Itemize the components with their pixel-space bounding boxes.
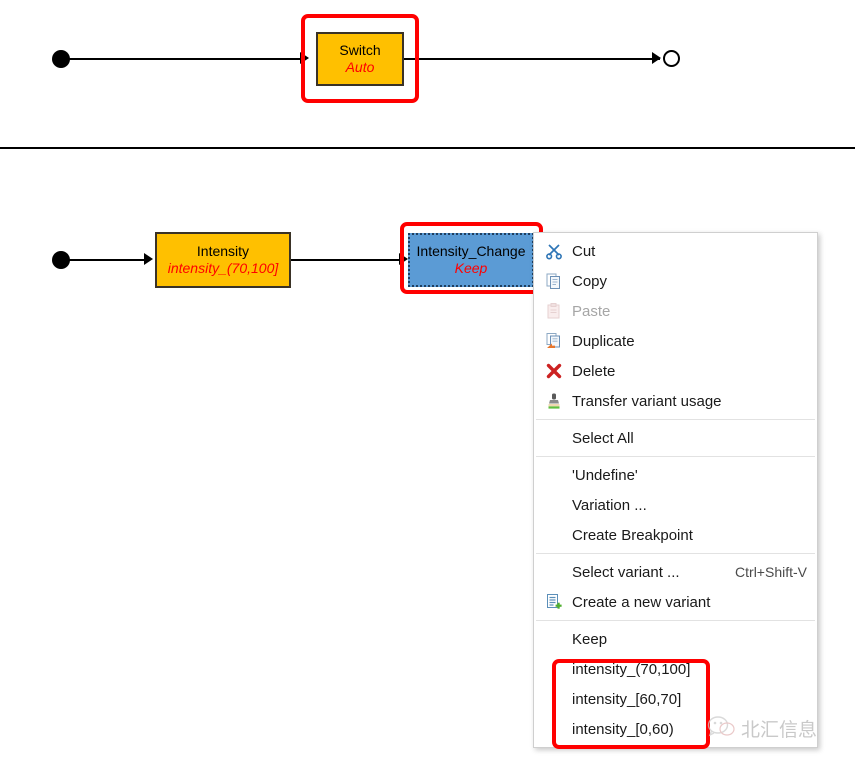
block-intensity-change-title: Intensity_Change — [416, 242, 526, 259]
block-intensity-subtitle: intensity_(70,100] — [167, 260, 279, 276]
watermark: 北汇信息 — [707, 714, 817, 743]
menu-item-label: 'Undefine' — [572, 466, 638, 484]
menu-item-undefine[interactable]: 'Undefine' — [534, 460, 817, 490]
block-switch-title: Switch — [339, 41, 381, 58]
new-variant-icon — [542, 591, 566, 613]
delete-cross-icon — [542, 360, 566, 382]
menu-item-create-a-new-variant[interactable]: Create a new variant — [534, 587, 817, 617]
wire-start-to-switch — [68, 58, 305, 60]
menu-separator — [536, 553, 815, 554]
menu-separator — [536, 620, 815, 621]
menu-item-variation[interactable]: Variation ... — [534, 490, 817, 520]
wire-intensity-to-change — [291, 259, 403, 261]
block-intensity-change-subtitle: Keep — [454, 260, 488, 276]
block-switch-subtitle: Auto — [345, 59, 375, 75]
menu-item-label: Duplicate — [572, 332, 635, 350]
no-icon — [542, 524, 566, 546]
menu-item-delete[interactable]: Delete — [534, 356, 817, 386]
duplicate-icon — [542, 330, 566, 352]
section-divider — [0, 147, 855, 149]
menu-item-label: Create Breakpoint — [572, 526, 693, 544]
block-intensity-title: Intensity — [196, 242, 250, 259]
menu-item-variant-intensity-70-100[interactable]: intensity_(70,100] — [534, 654, 817, 684]
no-icon — [542, 688, 566, 710]
wechat-icon — [707, 714, 735, 743]
menu-item-label: Select variant ... — [572, 563, 680, 581]
menu-item-variant-intensity-60-70[interactable]: intensity_[60,70] — [534, 684, 817, 714]
menu-separator — [536, 419, 815, 420]
no-icon — [542, 561, 566, 583]
no-icon — [542, 464, 566, 486]
menu-item-label: Transfer variant usage — [572, 392, 722, 410]
menu-item-label: Variation ... — [572, 496, 647, 514]
no-icon — [542, 427, 566, 449]
menu-item-copy[interactable]: Copy — [534, 266, 817, 296]
no-icon — [542, 628, 566, 650]
menu-item-label: intensity_(70,100] — [572, 660, 691, 678]
watermark-text: 北汇信息 — [741, 719, 818, 741]
copy-icon — [542, 270, 566, 292]
context-menu[interactable]: Cut Copy Paste Duplicate Delete Transfer… — [533, 232, 818, 748]
menu-item-label: Cut — [572, 242, 596, 260]
menu-separator — [536, 456, 815, 457]
block-switch[interactable]: Switch Auto — [316, 32, 404, 86]
no-icon — [542, 494, 566, 516]
wire-start-to-intensity — [68, 259, 146, 261]
menu-item-label: Paste — [572, 302, 611, 320]
arrowhead-into-intensity-change — [399, 253, 408, 265]
menu-item-keep[interactable]: Keep — [534, 624, 817, 654]
no-icon — [542, 718, 566, 740]
menu-item-label: Create a new variant — [572, 593, 711, 611]
no-icon — [542, 658, 566, 680]
menu-item-transfer-variant-usage[interactable]: Transfer variant usage — [534, 386, 817, 416]
menu-item-duplicate[interactable]: Duplicate — [534, 326, 817, 356]
menu-item-select-variant[interactable]: Select variant ... Ctrl+Shift-V — [534, 557, 817, 587]
stamp-icon — [542, 390, 566, 412]
menu-item-label: Select All — [572, 429, 634, 447]
menu-item-create-breakpoint[interactable]: Create Breakpoint — [534, 520, 817, 550]
diagram-canvas: Switch Auto Intensity intensity_(70,100]… — [0, 0, 855, 770]
menu-item-label: intensity_[60,70] — [572, 690, 682, 708]
wire-switch-to-end — [404, 58, 660, 60]
paste-icon — [542, 300, 566, 322]
menu-item-select-all[interactable]: Select All — [534, 423, 817, 453]
menu-item-paste: Paste — [534, 296, 817, 326]
menu-item-label: Delete — [572, 362, 616, 380]
arrowhead-into-switch — [300, 52, 309, 64]
arrowhead-into-end — [652, 52, 661, 64]
menu-item-label: Copy — [572, 272, 608, 290]
block-intensity[interactable]: Intensity intensity_(70,100] — [155, 232, 291, 288]
menu-item-label: Keep — [572, 630, 608, 648]
scissors-icon — [542, 240, 566, 262]
menu-item-cut[interactable]: Cut — [534, 236, 817, 266]
arrowhead-into-intensity — [144, 253, 153, 265]
menu-item-shortcut: Ctrl+Shift-V — [735, 564, 807, 580]
end-node-top[interactable] — [663, 50, 680, 67]
block-intensity-change[interactable]: Intensity_Change Keep — [408, 233, 534, 287]
